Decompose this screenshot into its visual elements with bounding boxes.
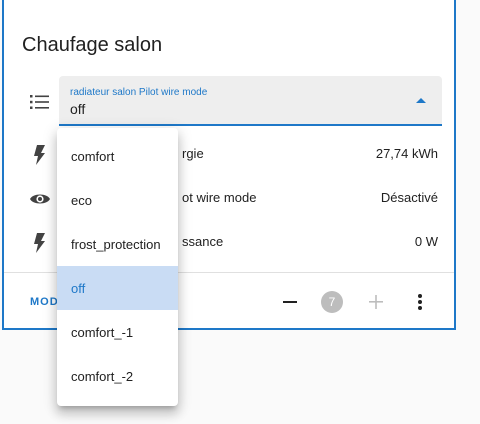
minus-icon[interactable] bbox=[278, 290, 302, 314]
option-eco[interactable]: eco bbox=[57, 178, 178, 222]
more-vert-icon[interactable] bbox=[408, 290, 432, 314]
counter-value: 7 bbox=[321, 291, 343, 313]
plus-icon[interactable] bbox=[364, 290, 388, 314]
pilot-wire-mode-select[interactable]: radiateur salon Pilot wire mode off bbox=[59, 76, 442, 126]
pilot-wire-entity-name[interactable]: ot wire mode bbox=[182, 190, 256, 205]
flash-icon bbox=[28, 231, 52, 255]
option-off[interactable]: off bbox=[57, 266, 178, 310]
option-comfort-minus-2[interactable]: comfort_-2 bbox=[57, 354, 178, 398]
dropdown-arrow-icon[interactable] bbox=[416, 98, 426, 103]
flash-icon bbox=[28, 143, 52, 167]
mode-button[interactable]: MOD bbox=[30, 296, 59, 308]
pilot-wire-entity-value: Désactivé bbox=[380, 190, 438, 205]
card-title: Chaufage salon bbox=[22, 34, 163, 56]
select-label: radiateur salon Pilot wire mode bbox=[70, 87, 208, 98]
list-icon bbox=[28, 90, 52, 114]
energy-entity-name[interactable]: rgie bbox=[182, 146, 204, 161]
option-comfort-minus-1[interactable]: comfort_-1 bbox=[57, 310, 178, 354]
eye-icon bbox=[28, 187, 52, 211]
select-value: off bbox=[70, 101, 86, 117]
option-comfort[interactable]: comfort bbox=[57, 134, 178, 178]
energy-entity-value: 27,74 kWh bbox=[375, 146, 438, 161]
power-entity-name[interactable]: ssance bbox=[182, 234, 223, 249]
mode-dropdown-menu: comfort eco frost_protection off comfort… bbox=[57, 128, 178, 406]
option-frost-protection[interactable]: frost_protection bbox=[57, 222, 178, 266]
counter-badge: 7 bbox=[320, 290, 344, 314]
power-entity-value: 0 W bbox=[414, 234, 438, 249]
